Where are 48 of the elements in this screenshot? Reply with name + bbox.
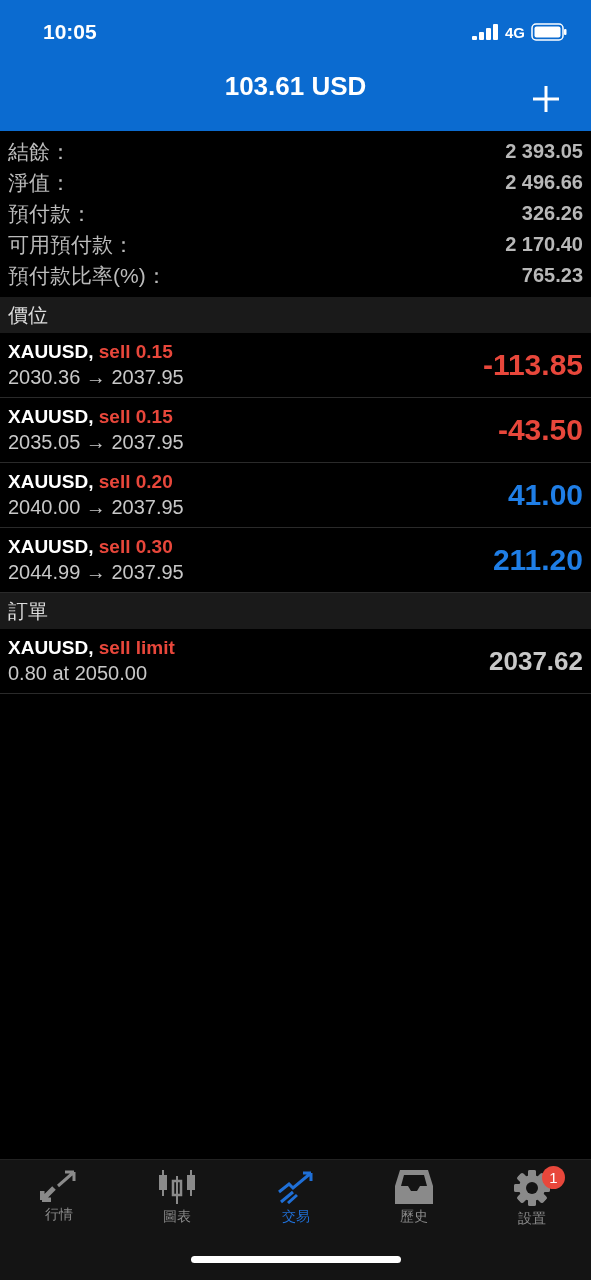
position-symbol: XAUUSD, sell 0.15 [8, 341, 174, 363]
summary-value: 2 496.66 [505, 171, 583, 194]
position-symbol: XAUUSD, sell 0.30 [8, 536, 174, 558]
position-prices: 2040.00 → 2037.95 [8, 496, 184, 519]
section-title: 價位 [8, 302, 48, 328]
inbox-icon [394, 1170, 433, 1204]
summary-label: 預付款比率(%)： [8, 262, 167, 289]
position-profit: -43.50 [497, 413, 583, 447]
candlestick-icon [158, 1170, 197, 1204]
diagonal-arrows-icon [40, 1170, 79, 1202]
trend-arrow-icon [276, 1170, 315, 1204]
summary-value: 2 393.05 [505, 140, 583, 163]
summary-label: 淨值： [8, 169, 71, 196]
battery-icon [531, 23, 567, 41]
tab-item[interactable]: 設置 1 [472, 1160, 591, 1238]
network-label: 4G [505, 23, 525, 41]
summary-label: 結餘： [8, 138, 71, 165]
summary-value: 765.23 [521, 264, 583, 287]
summary-label: 可用預付款： [8, 231, 134, 258]
add-button[interactable] [531, 84, 561, 114]
status-time: 10:05 [43, 20, 97, 44]
order-price: 2037.62 [489, 645, 583, 677]
tab-item[interactable]: 行情 [0, 1160, 119, 1238]
position-symbol: XAUUSD, sell 0.20 [8, 471, 174, 493]
tab-item[interactable]: 圖表 [118, 1160, 237, 1238]
position-prices: 2030.36 → 2037.95 [8, 366, 184, 389]
gear-icon [513, 1170, 550, 1206]
signal-icon [472, 24, 499, 40]
position-prices: 2044.99 → 2037.95 [8, 561, 184, 584]
position-row[interactable]: XAUUSD, sell 0.15 2035.05 → 2037.95 -43.50 [0, 398, 591, 463]
position-row[interactable]: XAUUSD, sell 0.15 2030.36 → 2037.95 -113.85 [0, 333, 591, 398]
order-detail: 0.80 at 2050.00 [8, 662, 148, 685]
notification-badge: 1 [541, 1166, 565, 1189]
header-title: 103.61 USD [224, 71, 367, 102]
position-profit: -113.85 [482, 348, 583, 382]
position-profit: 41.00 [507, 478, 583, 512]
order-row[interactable]: XAUUSD, sell limit 0.80 at 2050.00 2037.62 [0, 629, 591, 694]
summary-value: 326.26 [521, 202, 583, 225]
summary-value: 2 170.40 [505, 233, 583, 256]
order-symbol: XAUUSD, sell limit [8, 637, 175, 659]
tab-item[interactable]: 歷史 [354, 1160, 473, 1238]
position-prices: 2035.05 → 2037.95 [8, 431, 184, 454]
summary-label: 預付款： [8, 200, 92, 227]
position-row[interactable]: XAUUSD, sell 0.20 2040.00 → 2037.95 41.00 [0, 463, 591, 528]
position-symbol: XAUUSD, sell 0.15 [8, 406, 174, 428]
position-profit: 211.20 [492, 543, 583, 577]
tab-item[interactable]: 交易 [236, 1160, 355, 1238]
section-title: 訂單 [8, 598, 48, 624]
